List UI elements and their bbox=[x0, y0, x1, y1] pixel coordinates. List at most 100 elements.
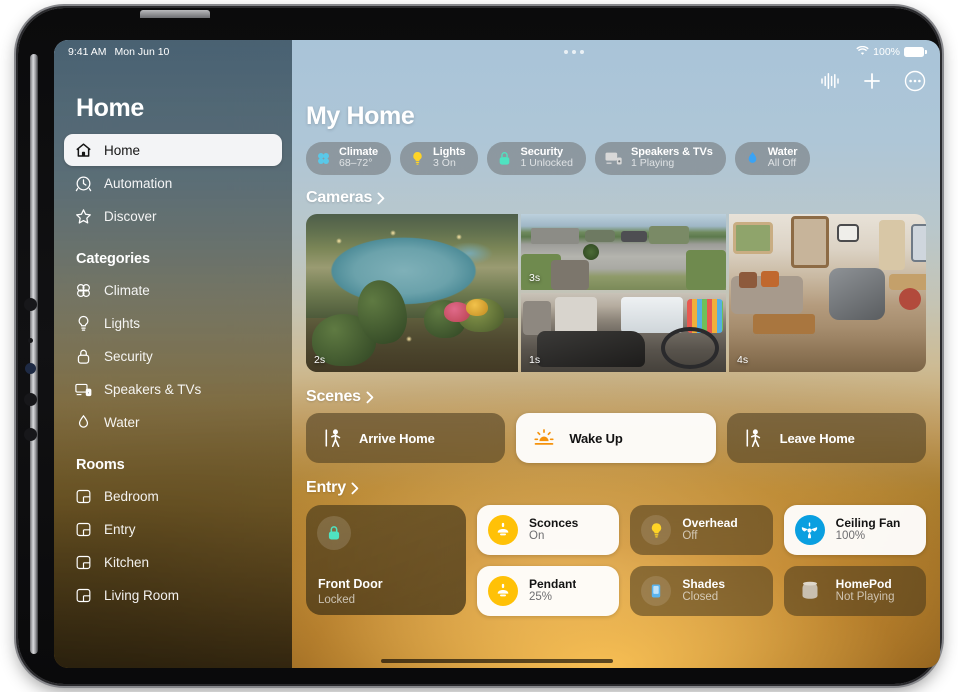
cameras-section-title: Cameras bbox=[306, 189, 373, 207]
sidebar-item-entry[interactable]: Entry bbox=[64, 513, 282, 545]
sidebar-item-lights[interactable]: Lights bbox=[64, 307, 282, 339]
sidebar-item-climate[interactable]: Climate bbox=[64, 274, 282, 306]
chevron-right-icon bbox=[377, 192, 385, 204]
room-icon bbox=[74, 520, 93, 539]
sidebar-item-label: Entry bbox=[104, 521, 136, 537]
device-bezel-camera bbox=[25, 363, 36, 374]
accessory-state: Off bbox=[682, 530, 698, 543]
lock-icon bbox=[496, 150, 513, 167]
room-icon bbox=[74, 553, 93, 572]
sidebar-item-speakers-tvs[interactable]: Speakers & TVs bbox=[64, 373, 282, 405]
entry-section-header[interactable]: Entry bbox=[292, 479, 940, 497]
sidebar-item-living-room[interactable]: Living Room bbox=[64, 579, 282, 611]
status-pill-row: Climate 68–72° Lights 3 On Security 1 Un… bbox=[292, 131, 940, 176]
camera-tile-living-room[interactable]: 4s bbox=[729, 214, 926, 373]
audio-waveform-icon[interactable] bbox=[820, 72, 840, 90]
sidebar-item-home[interactable]: Home bbox=[64, 134, 282, 166]
sidebar-item-label: Discover bbox=[104, 208, 157, 224]
house-icon bbox=[74, 141, 93, 160]
scenes-section-header[interactable]: Scenes bbox=[292, 388, 940, 406]
sunrise-icon bbox=[533, 427, 555, 449]
scene-arrive-home[interactable]: Arrive Home bbox=[306, 413, 506, 464]
sidebar-item-water[interactable]: Water bbox=[64, 406, 282, 438]
camera-column: 3s 1s bbox=[521, 214, 726, 373]
entry-accessory-columns: Sconces On Overhead Off Ceiling Fan 100%… bbox=[477, 505, 926, 617]
lock-icon bbox=[74, 347, 93, 366]
sidebar-item-bedroom[interactable]: Bedroom bbox=[64, 480, 282, 512]
status-pill-speakers-tvs[interactable]: Speakers & TVs 1 Playing bbox=[594, 142, 726, 176]
accessory-name: HomePod bbox=[835, 577, 892, 592]
status-pill-climate[interactable]: Climate 68–72° bbox=[306, 142, 392, 176]
sidebar-item-label: Kitchen bbox=[104, 554, 150, 570]
speaker-tv-icon bbox=[74, 380, 93, 399]
scene-label: Arrive Home bbox=[359, 430, 435, 446]
status-pill-value: 1 Playing bbox=[630, 157, 675, 170]
scenes-section-title: Scenes bbox=[306, 388, 361, 406]
sidebar-item-automation[interactable]: Automation bbox=[64, 167, 282, 199]
camera-tile-garage[interactable]: 1s bbox=[521, 293, 726, 373]
accessory-name: Pendant bbox=[529, 577, 577, 592]
camera-tile-driveway[interactable]: 3s bbox=[521, 214, 726, 291]
accessory-homepod[interactable]: HomePod Not Playing bbox=[783, 566, 926, 617]
homepod-icon bbox=[795, 576, 825, 606]
scene-label: Wake Up bbox=[569, 430, 623, 446]
status-pill-security[interactable]: Security 1 Unlocked bbox=[487, 142, 586, 176]
entry-accessory-row-1: Sconces On Overhead Off Ceiling Fan 100% bbox=[477, 505, 926, 556]
accessory-overhead[interactable]: Overhead Off bbox=[630, 505, 773, 556]
scene-leave-home[interactable]: Leave Home bbox=[726, 413, 926, 464]
accessory-state: Locked bbox=[318, 594, 356, 607]
camera-tile-backyard-pool[interactable]: 2s bbox=[306, 214, 518, 373]
status-pill-water[interactable]: Water All Off bbox=[734, 142, 811, 176]
sidebar-item-kitchen[interactable]: Kitchen bbox=[64, 546, 282, 578]
cameras-row: 2s 3s 1s 4s bbox=[306, 214, 926, 373]
accessory-name: Front Door bbox=[318, 577, 383, 592]
speaker-tv-icon bbox=[604, 150, 624, 167]
sidebar-rooms-title: Rooms bbox=[76, 457, 125, 473]
accessory-sconces[interactable]: Sconces On bbox=[477, 505, 620, 556]
accessory-state: On bbox=[529, 530, 545, 543]
main-toolbar bbox=[820, 70, 926, 92]
camera-feed-image bbox=[521, 293, 726, 373]
entry-section-title: Entry bbox=[306, 479, 346, 497]
camera-feed-image bbox=[729, 214, 926, 373]
accessory-ceiling-fan[interactable]: Ceiling Fan 100% bbox=[783, 505, 926, 556]
sidebar-title: Home bbox=[76, 94, 144, 122]
status-pill-value: 3 On bbox=[433, 157, 456, 170]
room-icon bbox=[74, 487, 93, 506]
accessory-pendant[interactable]: Pendant 25% bbox=[477, 566, 620, 617]
status-pill-lights[interactable]: Lights 3 On bbox=[400, 142, 479, 176]
scene-wake-up[interactable]: Wake Up bbox=[516, 413, 716, 464]
status-pill-value: 1 Unlocked bbox=[520, 157, 573, 170]
person-exit-icon bbox=[744, 427, 766, 449]
sidebar: Home Home Automation Discover Categories… bbox=[54, 40, 292, 668]
more-icon[interactable] bbox=[904, 70, 926, 92]
add-icon[interactable] bbox=[862, 71, 882, 91]
accessory-front-door[interactable]: Front Door Locked bbox=[306, 505, 466, 616]
fan-icon bbox=[74, 281, 93, 300]
accessory-name: Shades bbox=[682, 577, 726, 592]
scenes-row: Arrive Home Wake Up Leave Home bbox=[306, 413, 926, 464]
accessory-shades[interactable]: Shades Closed bbox=[630, 566, 773, 617]
sidebar-item-discover[interactable]: Discover bbox=[64, 200, 282, 232]
fan-icon bbox=[315, 150, 332, 167]
sidebar-item-security[interactable]: Security bbox=[64, 340, 282, 372]
star-icon bbox=[74, 207, 93, 226]
clock-arrow-icon bbox=[74, 174, 93, 193]
accessory-state: 100% bbox=[835, 530, 866, 543]
main-content: My Home Climate 68–72° Lights 3 On Secur… bbox=[292, 40, 940, 668]
device-bezel-microphone bbox=[28, 338, 33, 343]
ipad-device-frame: 9:41 AM Mon Jun 10 100% Home Home Automa… bbox=[18, 8, 940, 684]
device-bezel-sensor-2 bbox=[24, 393, 37, 406]
shade-icon bbox=[641, 576, 672, 607]
chevron-right-icon bbox=[351, 482, 359, 494]
device-left-edge bbox=[30, 54, 38, 654]
sidebar-item-label: Speakers & TVs bbox=[104, 381, 202, 397]
home-indicator[interactable] bbox=[381, 659, 613, 663]
device-bezel-sensor bbox=[24, 298, 37, 311]
device-bezel-sensor-3 bbox=[24, 428, 37, 441]
cameras-section-header[interactable]: Cameras bbox=[292, 189, 940, 207]
accessory-name: Sconces bbox=[529, 516, 579, 531]
camera-timestamp: 4s bbox=[737, 354, 749, 367]
sidebar-item-label: Home bbox=[104, 142, 141, 158]
device-top-button[interactable] bbox=[140, 10, 210, 18]
